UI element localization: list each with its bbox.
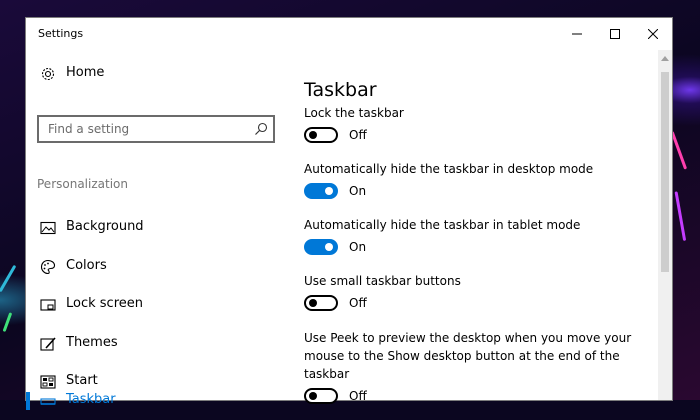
picture-icon	[40, 221, 56, 235]
sidebar-item-label: Lock screen	[66, 296, 143, 311]
maximize-button[interactable]	[596, 18, 634, 50]
setting-peek: Use Peek to preview the desktop when you…	[304, 329, 664, 408]
toggle-state: On	[349, 184, 367, 198]
window-title: Settings	[38, 27, 84, 40]
autohide-tablet-toggle[interactable]	[304, 239, 338, 255]
setting-label: Use small taskbar buttons	[304, 274, 461, 288]
setting-label: Use Peek to preview the desktop when you…	[304, 331, 632, 381]
section-label: Personalization	[37, 177, 128, 191]
setting-lock-taskbar: Lock the taskbar Off	[304, 104, 664, 147]
close-button[interactable]	[634, 18, 672, 50]
toggle-state: Off	[349, 128, 367, 142]
title-bar: Settings	[26, 18, 672, 50]
wallpaper-streak	[0, 264, 17, 293]
settings-window: Settings Home Personalization	[26, 18, 672, 410]
sidebar: Home Personalization Background Colors	[26, 50, 288, 410]
sidebar-item-taskbar[interactable]: Taskbar	[26, 382, 288, 420]
toggle-knob	[325, 187, 333, 195]
sidebar-item-colors[interactable]: Colors	[26, 248, 288, 286]
sidebar-item-label: Home	[66, 65, 105, 80]
setting-label: Automatically hide the taskbar in tablet…	[304, 218, 581, 232]
scrollbar[interactable]	[658, 50, 672, 400]
active-indicator	[26, 392, 30, 410]
sidebar-item-label: Themes	[66, 335, 118, 350]
scroll-thumb[interactable]	[661, 72, 669, 272]
wallpaper-streak	[670, 130, 688, 170]
main-content: Taskbar Lock the taskbar Off Automatical…	[288, 50, 658, 404]
toggle-state: On	[349, 240, 367, 254]
autohide-desktop-toggle[interactable]	[304, 183, 338, 199]
search-icon[interactable]	[254, 122, 268, 136]
toggle-knob	[309, 299, 317, 307]
sidebar-item-label: Background	[66, 219, 144, 234]
toggle-knob	[309, 131, 317, 139]
setting-label: Lock the taskbar	[304, 106, 404, 120]
toggle-state: Off	[349, 389, 367, 403]
close-icon	[648, 29, 658, 39]
sidebar-item-themes[interactable]: Themes	[26, 325, 288, 363]
minimize-icon	[572, 33, 582, 35]
small-buttons-toggle[interactable]	[304, 295, 338, 311]
minimize-button[interactable]	[558, 18, 596, 50]
wallpaper-streak	[2, 312, 13, 333]
sidebar-item-label: Colors	[66, 258, 107, 273]
themes-icon	[40, 337, 56, 351]
toggle-state: Off	[349, 296, 367, 310]
setting-small-buttons: Use small taskbar buttons Off	[304, 272, 664, 315]
scroll-up-arrow-icon[interactable]	[661, 56, 669, 61]
gear-icon	[41, 67, 55, 81]
taskbar-icon	[40, 398, 56, 405]
maximize-icon	[610, 29, 620, 39]
setting-autohide-desktop: Automatically hide the taskbar in deskto…	[304, 160, 664, 203]
lock-taskbar-toggle[interactable]	[304, 127, 338, 143]
peek-toggle[interactable]	[304, 388, 338, 404]
toggle-knob	[325, 243, 333, 251]
lock-screen-icon	[40, 299, 56, 311]
sidebar-item-background[interactable]: Background	[26, 209, 288, 247]
search-input[interactable]	[39, 117, 248, 141]
wallpaper-streak	[674, 191, 687, 242]
palette-icon	[40, 259, 56, 275]
setting-autohide-tablet: Automatically hide the taskbar in tablet…	[304, 216, 664, 259]
sidebar-item-home[interactable]: Home	[26, 55, 288, 93]
page-title: Taskbar	[304, 78, 377, 101]
search-box	[37, 115, 275, 143]
setting-label: Automatically hide the taskbar in deskto…	[304, 162, 594, 176]
toggle-knob	[309, 392, 317, 400]
sidebar-item-lock-screen[interactable]: Lock screen	[26, 286, 288, 324]
